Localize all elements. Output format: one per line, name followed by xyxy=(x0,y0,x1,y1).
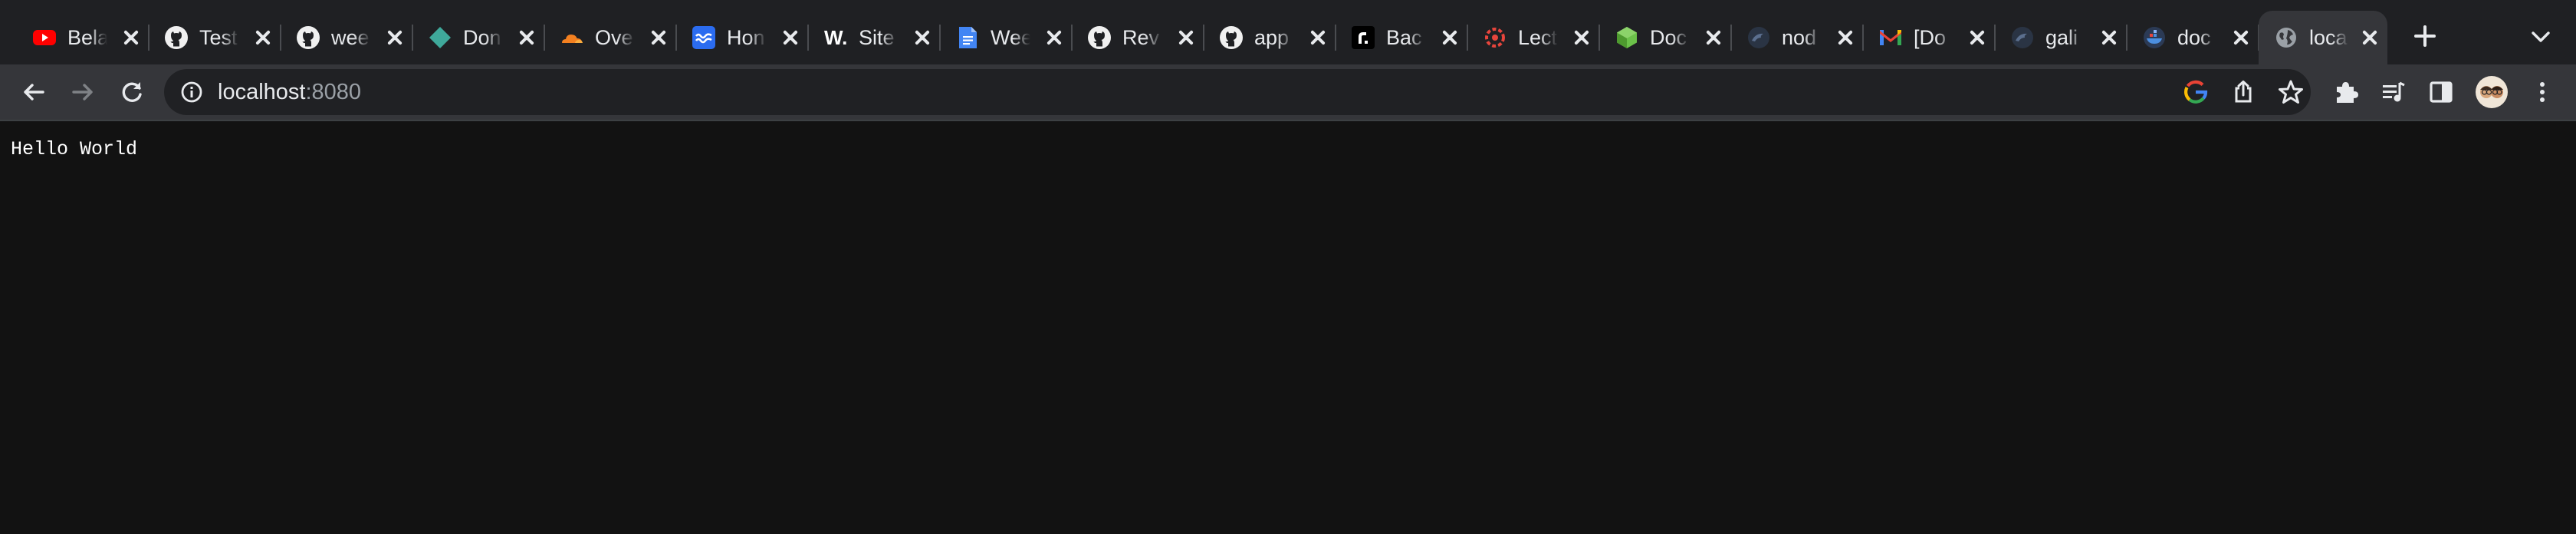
reload-icon[interactable] xyxy=(110,71,153,114)
webflow-icon: W. xyxy=(823,25,848,50)
tab-title: Ove xyxy=(595,25,633,49)
url-host: localhost xyxy=(218,80,306,104)
tab-title: Lect xyxy=(1518,25,1558,49)
reading-list-icon[interactable] xyxy=(2372,71,2415,114)
tab-title: Bac xyxy=(1386,25,1422,49)
google-docs-icon xyxy=(955,25,980,50)
tab-17-active[interactable]: loca xyxy=(2259,11,2387,64)
gmail-icon xyxy=(1878,25,1903,50)
tab-close-icon[interactable] xyxy=(123,29,140,46)
site-info-icon[interactable] xyxy=(179,80,204,104)
tab-close-icon[interactable] xyxy=(518,29,535,46)
side-panel-icon[interactable] xyxy=(2420,71,2463,114)
tab-11[interactable]: Lect xyxy=(1467,11,1600,64)
tab-title: Test xyxy=(199,25,238,49)
bookmark-star-icon[interactable] xyxy=(2277,78,2305,106)
tab-title: Wee xyxy=(991,25,1030,49)
tab-close-icon[interactable] xyxy=(1046,29,1063,46)
github-icon xyxy=(1219,25,1244,50)
tab-10[interactable]: Bac xyxy=(1336,11,1468,64)
tab-close-icon[interactable] xyxy=(1178,29,1194,46)
nodejs-icon xyxy=(1615,25,1639,50)
docker-icon xyxy=(2142,25,2167,50)
tab-5[interactable]: Hon xyxy=(676,11,809,64)
tab-title: wee xyxy=(331,25,370,49)
tab-2[interactable]: wee xyxy=(281,11,413,64)
youtube-icon xyxy=(32,25,57,50)
tab-title: loca xyxy=(2309,25,2348,49)
tab-close-icon[interactable] xyxy=(1309,29,1326,46)
menu-kebab-icon[interactable] xyxy=(2521,71,2564,114)
ring-icon xyxy=(1483,25,1507,50)
tab-search-chevron-icon[interactable] xyxy=(2525,21,2556,52)
extensions-puzzle-icon[interactable] xyxy=(2325,71,2367,114)
svg-text:W.: W. xyxy=(824,26,847,49)
tab-9[interactable]: app xyxy=(1204,11,1336,64)
profile-avatar-icon[interactable] xyxy=(2470,71,2513,114)
github-icon xyxy=(296,25,320,50)
tab-3[interactable]: Don xyxy=(412,11,545,64)
url-port: :8080 xyxy=(305,80,362,104)
diamond-icon xyxy=(428,25,452,50)
tab-title: app xyxy=(1254,25,1290,49)
globe-icon xyxy=(2274,25,2298,50)
tab-0[interactable]: Bela xyxy=(17,11,150,64)
tab-14[interactable]: [Do xyxy=(1863,11,1996,64)
github-icon xyxy=(164,25,189,50)
github-icon xyxy=(1087,25,1112,50)
tab-close-icon[interactable] xyxy=(914,29,931,46)
tab-close-icon[interactable] xyxy=(2361,29,2378,46)
cloudflare-icon xyxy=(560,25,584,50)
url-text[interactable]: localhost:8080 xyxy=(218,69,361,115)
forward-arrow-icon[interactable] xyxy=(61,71,104,114)
tab-7[interactable]: Wee xyxy=(940,11,1073,64)
back-arrow-icon[interactable] xyxy=(12,71,55,114)
tab-title: Don xyxy=(463,25,501,49)
tab-close-icon[interactable] xyxy=(650,29,667,46)
new-tab-plus-icon[interactable] xyxy=(2407,18,2443,54)
tab-13[interactable]: nod xyxy=(1731,11,1864,64)
toolbar: localhost:8080 xyxy=(0,64,2576,120)
tab-close-icon[interactable] xyxy=(1705,29,1722,46)
tab-strip: Bela Test wee Don Ove Hon W. Site Wee Re… xyxy=(0,0,2576,64)
tab-6[interactable]: W. Site xyxy=(808,11,941,64)
tab-title: doc xyxy=(2177,25,2211,49)
tab-title: Site xyxy=(859,25,895,49)
tab-close-icon[interactable] xyxy=(2101,29,2118,46)
tab-title: gali xyxy=(2045,25,2078,49)
tab-title: Hon xyxy=(727,25,765,49)
tab-title: nod xyxy=(1782,25,1817,49)
waves-icon xyxy=(692,25,716,50)
tab-close-icon[interactable] xyxy=(1969,29,1986,46)
tab-title: Bela xyxy=(67,25,107,49)
tab-title: [Do xyxy=(1914,25,1947,49)
tab-title: Rev xyxy=(1122,25,1160,49)
tab-close-icon[interactable] xyxy=(1573,29,1590,46)
tab-4[interactable]: Ove xyxy=(544,11,677,64)
tab-close-icon[interactable] xyxy=(782,29,799,46)
tab-15[interactable]: gali xyxy=(1995,11,2128,64)
google-lens-icon[interactable] xyxy=(2182,78,2210,106)
tab-12[interactable]: Doc xyxy=(1599,11,1732,64)
tab-close-icon[interactable] xyxy=(1441,29,1458,46)
bird-icon xyxy=(2010,25,2035,50)
address-bar[interactable]: localhost:8080 xyxy=(164,69,2311,115)
tab-8[interactable]: Rev xyxy=(1072,11,1204,64)
bird-icon xyxy=(1746,25,1771,50)
tab-1[interactable]: Test xyxy=(149,11,281,64)
tab-16[interactable]: doc xyxy=(2127,11,2259,64)
tab-close-icon[interactable] xyxy=(1837,29,1854,46)
tab-close-icon[interactable] xyxy=(386,29,403,46)
render-icon xyxy=(1351,25,1375,50)
hello-world-text: Hello World xyxy=(11,138,138,160)
tab-close-icon[interactable] xyxy=(255,29,271,46)
tab-close-icon[interactable] xyxy=(2233,29,2249,46)
page-content: Hello World xyxy=(0,121,2576,534)
share-icon[interactable] xyxy=(2229,78,2257,106)
tab-title: Doc xyxy=(1650,25,1687,49)
